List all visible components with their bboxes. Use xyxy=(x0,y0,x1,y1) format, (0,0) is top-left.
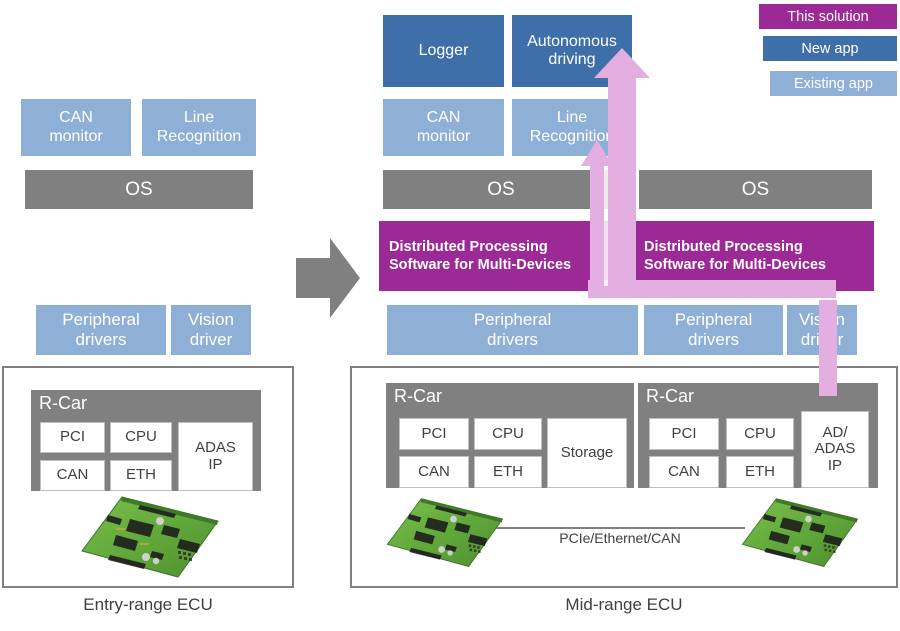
right-right-chip-ad-adas-ip: AD/ ADAS IP xyxy=(801,411,869,488)
left-ecu-caption: Entry-range ECU xyxy=(2,595,294,615)
right-driver-peripheral-right-label: Peripheral drivers xyxy=(674,310,753,349)
left-chip-adas-ip: ADAS IP xyxy=(178,422,253,491)
right-right-chip-cpu: CPU xyxy=(726,418,794,450)
right-driver-vision: Vision driver xyxy=(787,305,857,355)
left-chip-eth-label: ETH xyxy=(126,466,156,484)
right-rcar-right-title: R-Car xyxy=(646,386,694,406)
right-app-autonomous-driving: Autonomous driving xyxy=(512,15,632,87)
interconnect-line xyxy=(490,527,745,529)
right-app-line-recognition: Line Recognition xyxy=(512,99,632,156)
right-os-bar-left: OS xyxy=(383,170,619,209)
left-driver-peripheral-label: Peripheral drivers xyxy=(62,310,140,349)
left-chip-can: CAN xyxy=(40,460,105,491)
right-arrow-icon xyxy=(296,238,360,318)
left-app-line-recognition: Line Recognition xyxy=(142,99,256,156)
right-pcb-image-left xyxy=(386,498,504,567)
right-rcar-block-right: R-Car PCI CPU CAN ETH AD/ ADAS IP xyxy=(638,383,878,488)
right-os-left-label: OS xyxy=(487,178,515,200)
right-right-chip-ad-adas-ip-label: AD/ ADAS IP xyxy=(814,423,856,474)
right-left-chip-cpu: CPU xyxy=(474,418,542,450)
legend-label-existing-app: Existing app xyxy=(794,75,873,92)
left-rcar-title: R-Car xyxy=(39,393,87,413)
right-os-right-label: OS xyxy=(741,178,770,200)
left-os-bar: OS xyxy=(25,170,253,209)
left-chip-pci: PCI xyxy=(40,422,105,453)
right-dps-right-label: Distributed Processing Software for Mult… xyxy=(644,238,827,273)
interconnect-label-text: PCIe/Ethernet/CAN xyxy=(559,530,681,546)
right-app-logger: Logger xyxy=(383,15,504,87)
right-right-chip-cpu-label: CPU xyxy=(744,424,776,442)
right-driver-vision-label: Vision driver xyxy=(799,310,845,349)
right-right-chip-pci-label: PCI xyxy=(671,424,697,442)
legend-item-this-solution: This solution xyxy=(759,4,897,29)
interconnect-label: PCIe/Ethernet/CAN xyxy=(510,530,730,546)
right-app-can-monitor-label: CAN monitor xyxy=(416,109,471,145)
right-rcar-left-title: R-Car xyxy=(394,386,442,406)
right-app-line-recognition-label: Line Recognition xyxy=(529,109,615,145)
legend-label-new-app: New app xyxy=(801,40,859,57)
right-ecu-caption-label: Mid-range ECU xyxy=(565,595,683,614)
right-right-chip-eth-label: ETH xyxy=(745,462,775,480)
right-left-chip-pci: PCI xyxy=(399,418,469,450)
left-chip-adas-ip-label: ADAS IP xyxy=(195,439,236,473)
right-dps-left: Distributed Processing Software for Mult… xyxy=(379,221,625,291)
right-right-chip-can: CAN xyxy=(649,456,719,488)
left-driver-vision-label: Vision driver xyxy=(188,310,234,349)
left-app-can-monitor-label: CAN monitor xyxy=(49,109,103,145)
right-left-chip-cpu-label: CPU xyxy=(492,424,524,442)
left-driver-vision: Vision driver xyxy=(171,305,251,355)
right-left-chip-can: CAN xyxy=(399,456,469,488)
right-left-chip-pci-label: PCI xyxy=(421,424,447,442)
right-driver-peripheral-left: Peripheral drivers xyxy=(387,305,638,355)
right-left-chip-eth-label: ETH xyxy=(493,462,523,480)
right-dps-left-label: Distributed Processing Software for Mult… xyxy=(389,238,572,273)
right-right-chip-can-label: CAN xyxy=(668,462,700,480)
left-os-label: OS xyxy=(125,178,153,200)
left-pcb-image xyxy=(81,496,219,578)
left-app-line-recognition-label: Line Recognition xyxy=(156,109,242,145)
right-left-chip-eth: ETH xyxy=(474,456,542,488)
left-chip-cpu-label: CPU xyxy=(125,428,157,446)
left-rcar-block: R-Car PCI CPU CAN ETH ADAS IP xyxy=(31,390,261,491)
right-rcar-block-left: R-Car PCI CPU CAN ETH Storage xyxy=(386,383,634,488)
left-driver-peripheral: Peripheral drivers xyxy=(36,305,166,355)
right-app-can-monitor: CAN monitor xyxy=(383,99,504,156)
legend-label-this-solution: This solution xyxy=(787,8,869,25)
left-chip-pci-label: PCI xyxy=(59,428,85,446)
left-chip-can-label: CAN xyxy=(56,466,89,484)
right-left-chip-storage-label: Storage xyxy=(560,443,614,461)
right-left-chip-storage: Storage xyxy=(547,418,627,488)
right-driver-peripheral-left-label: Peripheral drivers xyxy=(473,310,552,349)
diagram-canvas: This solution New app Existing app CAN m… xyxy=(0,0,900,631)
left-app-can-monitor: CAN monitor xyxy=(21,99,131,156)
right-driver-peripheral-right: Peripheral drivers xyxy=(644,305,783,355)
right-right-chip-pci: PCI xyxy=(649,418,719,450)
right-pcb-image-right xyxy=(741,498,859,567)
legend-item-existing-app: Existing app xyxy=(770,71,897,96)
right-dps-right: Distributed Processing Software for Mult… xyxy=(634,221,874,291)
right-right-chip-eth: ETH xyxy=(726,456,794,488)
left-chip-cpu: CPU xyxy=(110,422,172,453)
right-app-autonomous-driving-label: Autonomous driving xyxy=(527,32,617,68)
left-chip-eth: ETH xyxy=(110,460,172,491)
right-app-logger-label: Logger xyxy=(418,41,469,59)
legend-item-new-app: New app xyxy=(763,36,897,61)
right-os-bar-right: OS xyxy=(639,170,872,209)
right-left-chip-can-label: CAN xyxy=(418,462,450,480)
right-ecu-caption: Mid-range ECU xyxy=(350,595,898,615)
left-ecu-caption-label: Entry-range ECU xyxy=(83,595,213,614)
